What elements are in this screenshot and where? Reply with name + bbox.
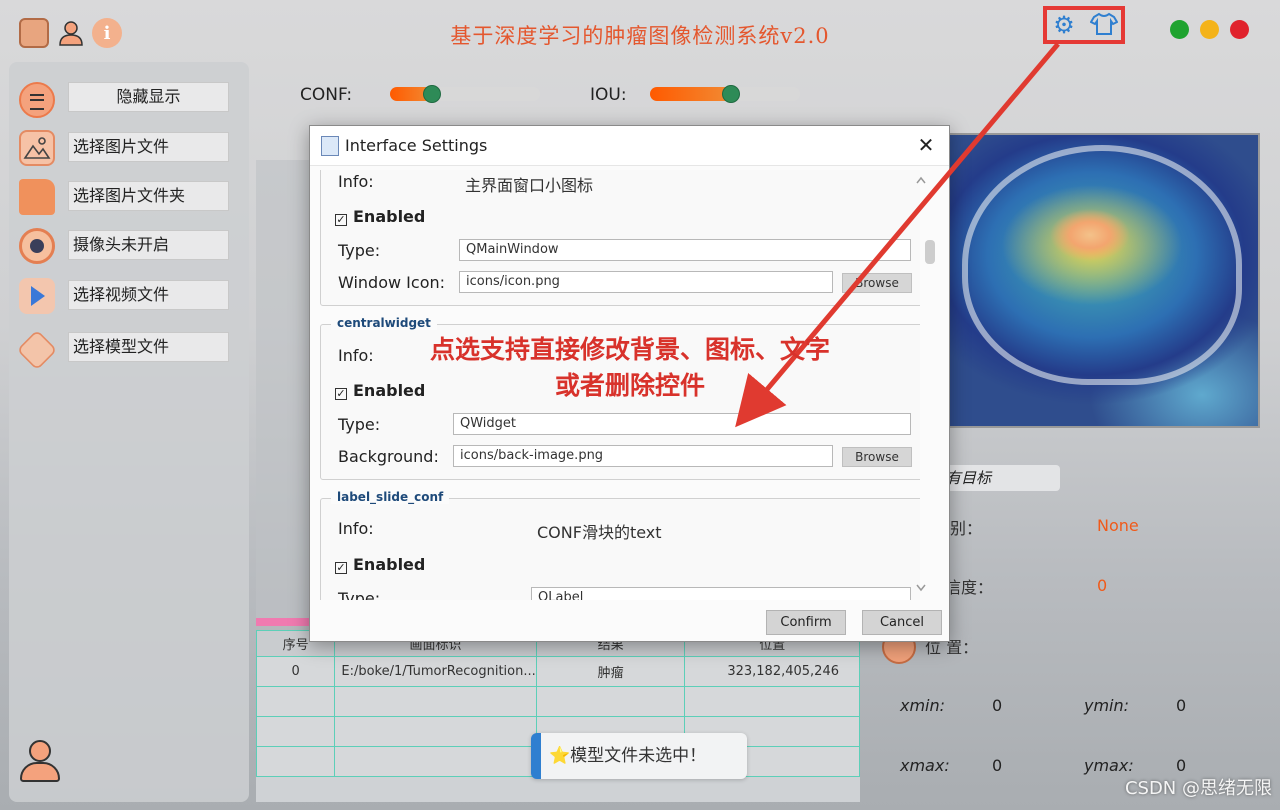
annotation-text: 点选支持直接修改背景、图标、文字 或者删除控件 bbox=[429, 335, 830, 400]
annotation-arrow bbox=[735, 42, 1060, 428]
